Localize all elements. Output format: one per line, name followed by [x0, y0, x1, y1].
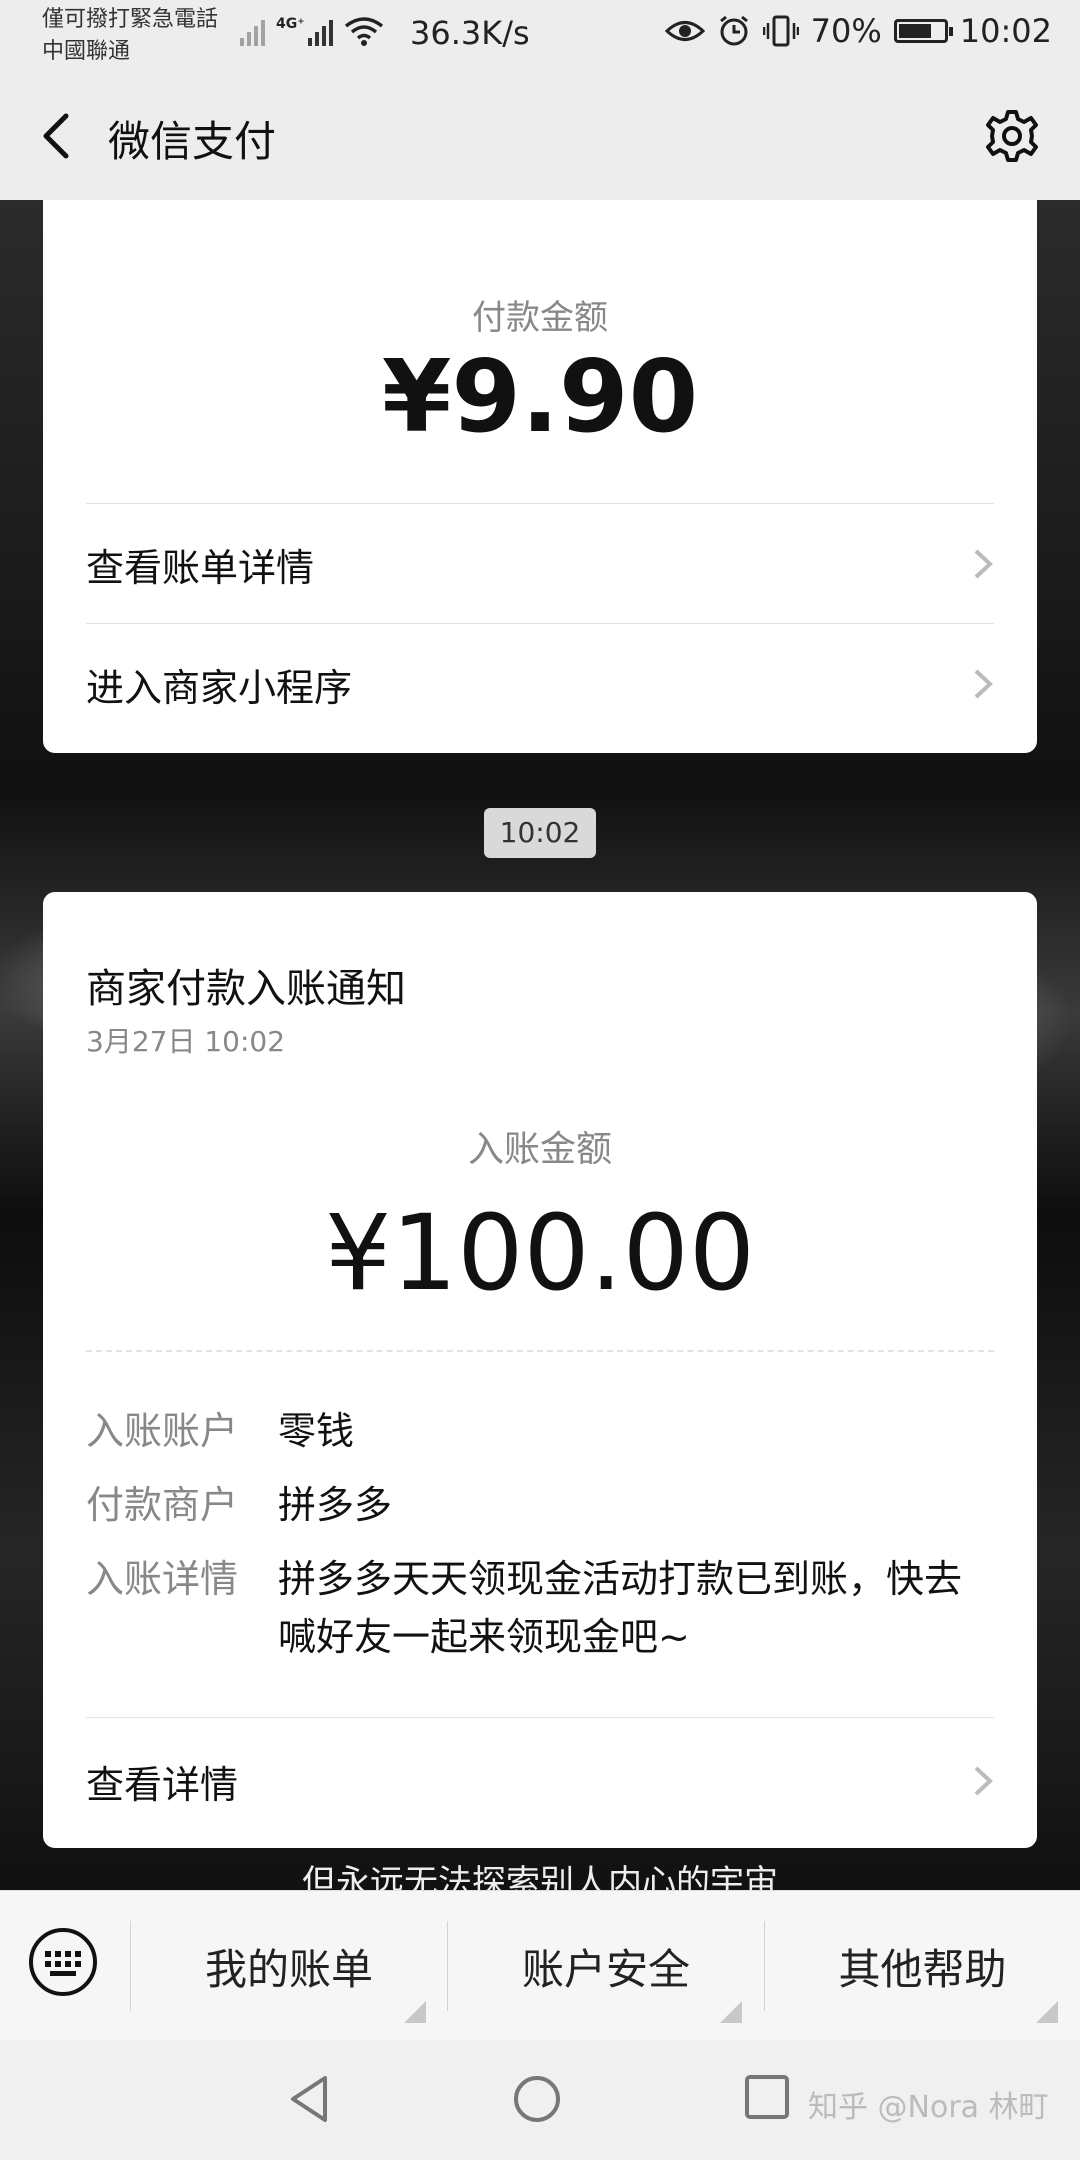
- payment-card: 付款金额 ¥9.90 查看账单详情 进入商家小程序: [43, 200, 1037, 753]
- watermark: 知乎 @Nora 林町: [808, 2090, 1049, 2125]
- view-bill-details-row[interactable]: 查看账单详情: [86, 505, 994, 623]
- submenu-indicator-icon: [1036, 2001, 1058, 2023]
- eye-icon: [664, 21, 705, 41]
- nav-recent-apps-icon[interactable]: [744, 2074, 790, 2120]
- battery-level-fill: [898, 24, 931, 38]
- emergency-calls-text: 僅可撥打緊急電話: [42, 7, 219, 32]
- view-bill-details-label: 查看账单详情: [86, 545, 315, 590]
- carrier-text: 中國聯通: [42, 39, 131, 64]
- signal-icons: 4G⁺: [240, 16, 384, 46]
- detail-key: 入账详情: [86, 1557, 239, 1601]
- enter-mini-program-row[interactable]: 进入商家小程序: [86, 625, 994, 743]
- detail-key: 入账账户: [86, 1409, 239, 1453]
- message-time: 10:02: [484, 808, 596, 858]
- gear-icon[interactable]: [984, 108, 1040, 164]
- chevron-right-icon: [974, 549, 993, 579]
- menu-account-security[interactable]: 账户安全: [448, 1891, 764, 2041]
- detail-key: 付款商户: [86, 1483, 239, 1527]
- alarm-icon: [719, 15, 748, 46]
- view-details-label: 查看详情: [86, 1762, 239, 1807]
- divider: [86, 503, 994, 504]
- status-bar: 僅可撥打緊急電話 中國聯通 4G⁺ 36.3K/s 70% 10:02: [0, 0, 1080, 72]
- system-navigation-bar: 知乎 @Nora 林町: [0, 2040, 1080, 2160]
- received-amount-label: 入账金额: [467, 1129, 612, 1170]
- battery-icon: [893, 19, 953, 43]
- page-title: 微信支付: [108, 117, 277, 166]
- detail-row-description: 入账详情 拼多多天天领现金活动打款已到账，快去喊好友一起来领现金吧~: [86, 1550, 994, 1666]
- chevron-right-icon: [974, 1766, 993, 1796]
- nav-home-icon[interactable]: [512, 2074, 562, 2124]
- payment-amount-label: 付款金额: [472, 298, 608, 338]
- menu-other-help[interactable]: 其他帮助: [765, 1891, 1080, 2041]
- notification-title: 商家付款入账通知: [86, 966, 406, 1012]
- signal-bars-2-icon: [307, 20, 333, 46]
- divider: [86, 623, 994, 624]
- payment-amount: ¥9.90: [381, 338, 699, 455]
- detail-row-account: 入账账户 零钱: [86, 1402, 994, 1460]
- network-type-label: 4G⁺: [276, 16, 305, 32]
- menu-other-help-label: 其他帮助: [838, 1944, 1007, 1994]
- chevron-left-icon[interactable]: [36, 110, 84, 162]
- chevron-right-icon: [974, 669, 993, 699]
- received-amount: ¥100.00: [324, 1192, 756, 1314]
- bottom-menu-bar: 我的账单 账户安全 其他帮助: [0, 1890, 1080, 2041]
- vibrate-icon: [762, 15, 799, 47]
- detail-value: 拼多多天天领现金活动打款已到账，快去喊好友一起来领现金吧~: [278, 1557, 963, 1659]
- wifi-icon: [344, 17, 383, 46]
- merchant-payment-card[interactable]: 商家付款入账通知 3月27日 10:02 入账金额 ¥100.00 入账账户 零…: [43, 892, 1037, 1848]
- notification-date: 3月27日 10:02: [86, 1025, 286, 1058]
- signal-bars-1-icon: [240, 20, 265, 46]
- battery-percent: 70%: [810, 12, 882, 50]
- clock: 10:02: [959, 12, 1052, 50]
- enter-mini-program-label: 进入商家小程序: [86, 665, 353, 710]
- menu-my-bills-label: 我的账单: [204, 1944, 373, 1994]
- submenu-indicator-icon: [404, 2001, 426, 2023]
- view-details-row[interactable]: 查看详情: [86, 1719, 994, 1843]
- title-bar: 微信支付: [0, 72, 1080, 200]
- detail-value: 拼多多: [278, 1483, 393, 1527]
- detail-value: 零钱: [278, 1409, 355, 1453]
- dashed-divider: [86, 1350, 994, 1352]
- status-right: 70% 10:02: [664, 12, 1052, 50]
- menu-my-bills[interactable]: 我的账单: [131, 1891, 447, 2041]
- submenu-indicator-icon: [720, 2001, 742, 2023]
- divider: [86, 1717, 994, 1718]
- detail-row-merchant: 付款商户 拼多多: [86, 1476, 994, 1534]
- status-left: 僅可撥打緊急電話 中國聯通: [42, 4, 218, 68]
- network-speed: 36.3K/s: [410, 14, 530, 52]
- nav-back-icon[interactable]: [285, 2072, 333, 2126]
- keyboard-icon[interactable]: [28, 1927, 98, 1997]
- menu-account-security-label: 账户安全: [521, 1944, 690, 1994]
